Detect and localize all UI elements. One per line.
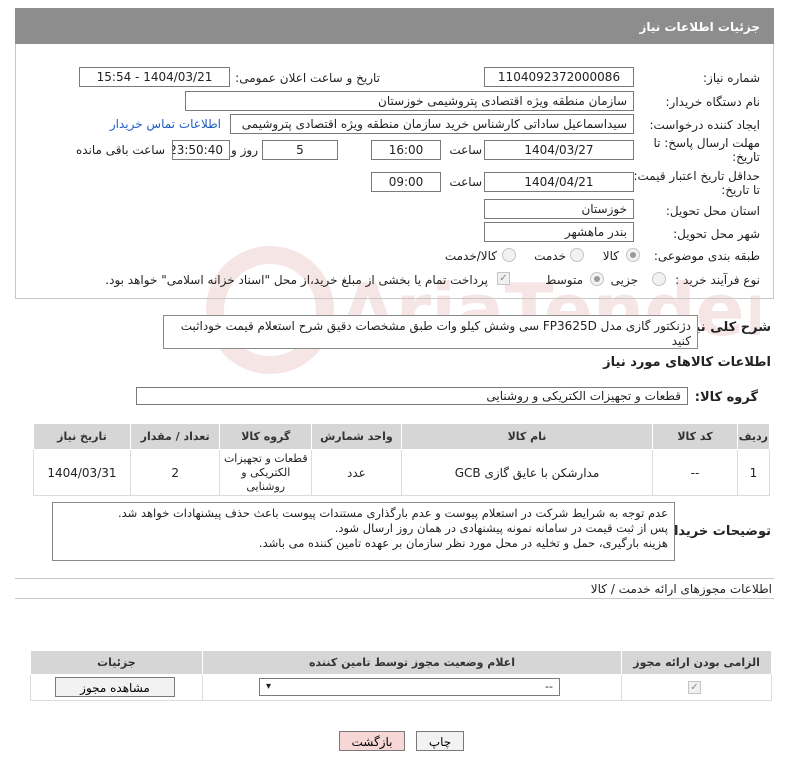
province-label: استان محل تحویل: — [665, 204, 760, 218]
col-unit: واحد شمارش — [311, 423, 402, 450]
city-label: شهر محل تحویل: — [673, 227, 760, 241]
permit-required-checkbox[interactable]: ✓ — [688, 681, 701, 694]
announce-label: تاریخ و ساعت اعلان عمومی: — [235, 71, 380, 85]
divider — [15, 598, 774, 599]
deadline-label: مهلت ارسال پاسخ: تا — [653, 136, 760, 150]
divider — [15, 578, 774, 579]
validity-date-field[interactable]: 1404/04/21 — [484, 172, 634, 192]
category-option-goods: کالا — [602, 249, 619, 263]
cell-group: قطعات و تجهیزات الکتریکی و روشنایی — [219, 449, 313, 496]
goods-section-title: اطلاعات کالاهای مورد نیاز — [603, 355, 771, 370]
process-option-minor: جزیی — [610, 273, 638, 287]
description-textarea[interactable]: دژنکتور گازی مدل FP3625D سی وشش کیلو وات… — [163, 315, 698, 349]
deadline-time-label: ساعت — [449, 143, 482, 157]
col-code: کد کالا — [652, 423, 738, 450]
validity-time-field[interactable]: 09:00 — [371, 172, 441, 192]
permits-section-title: اطلاعات مجوزهای ارائه خدمت / کالا — [590, 582, 772, 596]
cell-qty: 2 — [129, 449, 221, 496]
announce-datetime-field[interactable]: 1404/03/21 - 15:54 — [79, 67, 230, 87]
validity-label: حداقل تاریخ اعتبار قیمت: — [633, 169, 760, 183]
buyer-org-field[interactable]: سازمان منطقه ویژه اقتصادی پتروشیمی خوزست… — [185, 91, 634, 111]
validity-label-date: تا تاریخ: — [721, 183, 760, 197]
remaining-time-field[interactable]: 23:50:40 — [172, 140, 230, 160]
col-required: الزامی بودن ارائه مجوز — [621, 650, 772, 675]
buyer-org-label: نام دستگاه خریدار: — [665, 95, 761, 109]
process-label: نوع فرآیند خرید : — [675, 273, 760, 287]
cell-name: مدارشکن با عایق گازی GCB — [400, 449, 654, 496]
days-label: روز و — [231, 143, 258, 157]
cell-unit: عدد — [311, 449, 402, 496]
need-number-label: شماره نیاز: — [703, 71, 760, 85]
creator-field[interactable]: سیداسماعیل ساداتی کارشناس خرید سازمان من… — [230, 114, 634, 134]
process-option-medium: متوسط — [545, 273, 583, 287]
category-option-both: کالا/خدمت — [444, 249, 497, 263]
back-button[interactable]: بازگشت — [339, 731, 405, 751]
days-field[interactable]: 5 — [262, 140, 338, 160]
deadline-date-field[interactable]: 1404/03/27 — [484, 140, 634, 160]
panel-header: جزئیات اطلاعات نیاز — [15, 8, 774, 44]
remaining-time-label: ساعت باقی مانده — [75, 143, 165, 157]
buyer-contact-link[interactable]: اطلاعات تماس خریدار — [110, 117, 221, 131]
process-radio-minor[interactable] — [652, 272, 666, 286]
permit-status-value: -- — [545, 680, 553, 693]
category-label: طبقه بندی موضوعی: — [653, 249, 760, 263]
creator-label: ایجاد کننده درخواست: — [649, 118, 760, 132]
col-status: اعلام وضعیت مجوز توسط تامین کننده — [201, 650, 623, 675]
buyer-notes-textarea[interactable]: عدم توجه به شرایط شرکت در استعلام پیوست … — [52, 502, 675, 561]
validity-time-label: ساعت — [449, 175, 482, 189]
col-qty: تعداد / مقدار — [129, 423, 221, 450]
deadline-label-date: تاریخ: — [732, 150, 760, 164]
goods-table: ردیف کد کالا نام کالا واحد شمارش گروه کا… — [33, 423, 771, 496]
table-row: 1 -- مدارشکن با عایق گازی GCB عدد قطعات … — [33, 449, 771, 496]
cell-row: 1 — [736, 449, 771, 496]
goods-group-field[interactable]: قطعات و تجهیزات الکتریکی و روشنایی — [136, 387, 688, 405]
category-option-service: خدمت — [534, 249, 566, 263]
process-radio-medium[interactable] — [590, 272, 604, 286]
payment-note: پرداخت تمام یا بخشی از مبلغ خرید،از محل … — [105, 273, 488, 287]
col-row: ردیف — [736, 423, 771, 450]
permits-table-header: الزامی بودن ارائه مجوز اعلام وضعیت مجوز … — [30, 650, 772, 675]
col-name: نام کالا — [400, 423, 654, 450]
treasury-checkbox[interactable]: ✓ — [497, 272, 510, 285]
deadline-time-field[interactable]: 16:00 — [371, 140, 441, 160]
province-field[interactable]: خوزستان — [484, 199, 634, 219]
print-button[interactable]: چاپ — [416, 731, 464, 751]
category-radio-goods[interactable] — [626, 248, 640, 262]
chevron-down-icon: ▾ — [266, 681, 272, 692]
col-group: گروه کالا — [219, 423, 313, 450]
goods-table-header: ردیف کد کالا نام کالا واحد شمارش گروه کا… — [33, 423, 771, 450]
category-radio-service[interactable] — [570, 248, 584, 262]
buyer-notes-label: توضیحات خریدار: — [661, 524, 771, 539]
goods-group-label: گروه کالا: — [694, 390, 758, 405]
need-number-field[interactable]: 1104092372000086 — [484, 67, 634, 87]
cell-code: -- — [652, 449, 738, 496]
permit-status-select[interactable]: ▾ -- — [259, 678, 560, 696]
page-title: جزئیات اطلاعات نیاز — [639, 20, 760, 34]
col-details: جزئیات — [30, 650, 203, 675]
city-field[interactable]: بندر ماهشهر — [484, 222, 634, 242]
col-date: تاریخ نیاز — [33, 423, 131, 450]
view-permit-button[interactable]: مشاهده مجوز — [55, 677, 175, 697]
cell-date: 1404/03/31 — [33, 449, 131, 496]
category-radio-both[interactable] — [502, 248, 516, 262]
